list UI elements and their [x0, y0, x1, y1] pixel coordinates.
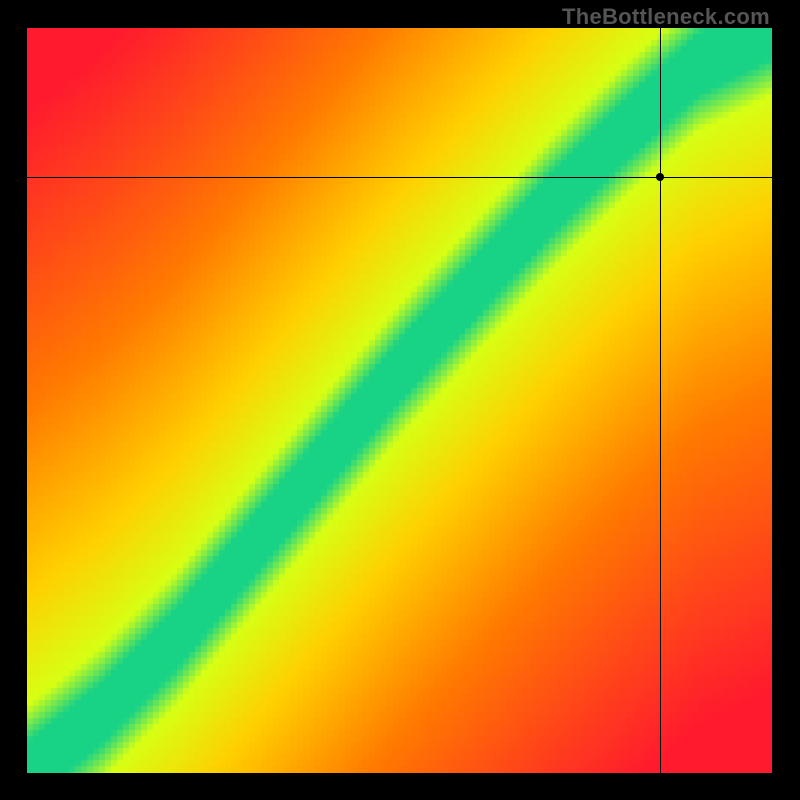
- marker-dot: [656, 173, 664, 181]
- heatmap-container: [27, 28, 772, 773]
- crosshair-vertical: [660, 28, 661, 773]
- watermark-text: TheBottleneck.com: [562, 4, 770, 30]
